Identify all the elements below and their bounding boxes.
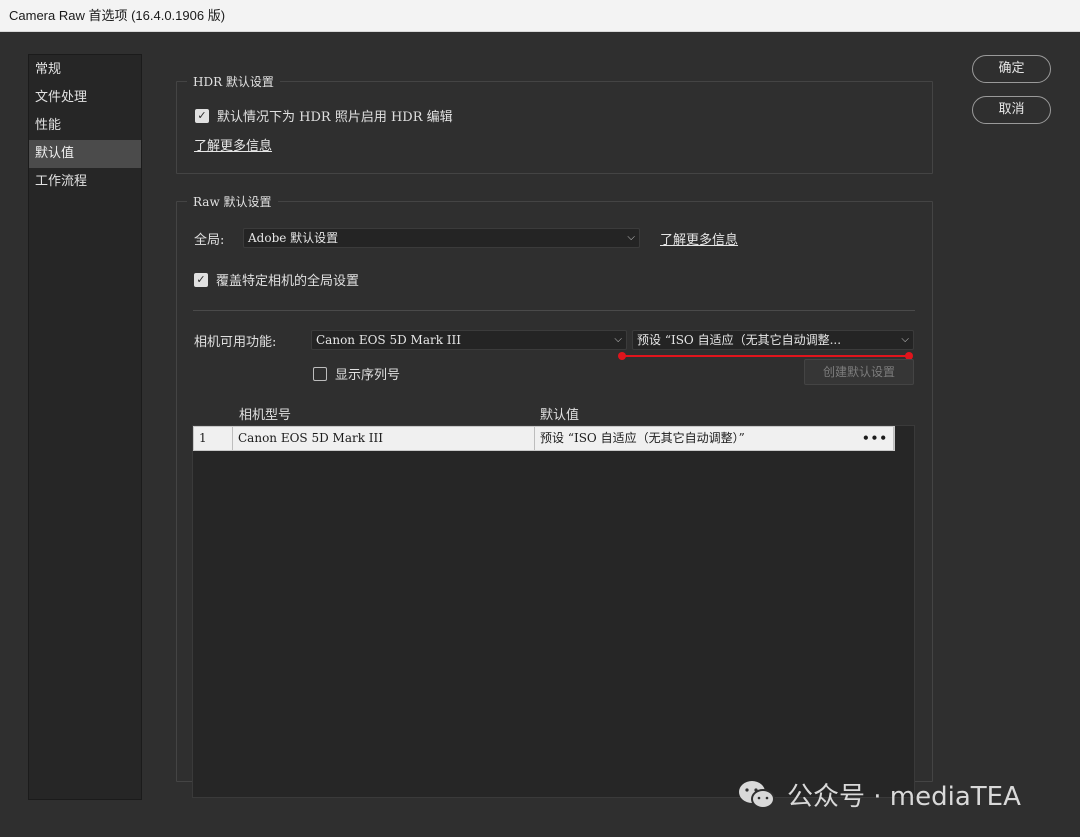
row-index: 1 [194, 427, 233, 450]
global-default-select[interactable]: Adobe 默认设置 ⌵ [243, 228, 640, 248]
camera-defaults-table: 相机型号 默认值 1 Canon EOS 5D Mark III 预设 “ISO… [192, 408, 915, 798]
window-title: Camera Raw 首选项 (16.4.0.1906 版) [0, 0, 1080, 32]
chevron-down-icon: ⌵ [901, 334, 909, 345]
sidebar-item-file-handling[interactable]: 文件处理 [29, 84, 141, 112]
row-camera-model: Canon EOS 5D Mark III [233, 427, 535, 450]
camera-label: 相机可用功能: [194, 335, 277, 350]
global-label: 全局: [194, 233, 225, 248]
hdr-enable-checkbox[interactable]: ✓ [195, 108, 209, 123]
chevron-down-icon: ⌵ [614, 334, 622, 345]
override-camera-label: 覆盖特定相机的全局设置 [216, 274, 360, 289]
raw-learn-more-link[interactable]: 了解更多信息 [660, 229, 738, 248]
ok-button[interactable]: 确定 [972, 55, 1051, 83]
watermark-text: 公众号 · mediaTEA [787, 782, 1021, 812]
column-header-default: 默认值 [540, 408, 580, 423]
create-default-button[interactable]: 创建默认设置 [804, 359, 914, 385]
show-serial-checkbox[interactable] [313, 366, 327, 381]
cancel-button[interactable]: 取消 [972, 96, 1051, 124]
row-default-value: 预设 “ISO 自适应（无其它自动调整）” [535, 427, 894, 450]
preset-value: 预设 “ISO 自适应（无其它自动调整... [637, 333, 842, 347]
table-row[interactable]: 1 Canon EOS 5D Mark III 预设 “ISO 自适应（无其它自… [193, 426, 895, 451]
sidebar-item-performance[interactable]: 性能 [29, 112, 141, 140]
more-options-icon[interactable]: ••• [862, 427, 888, 450]
camera-value: Canon EOS 5D Mark III [316, 333, 462, 347]
checkmark-icon: ✓ [197, 108, 207, 122]
hdr-defaults-group: HDR 默认设置 ✓ 默认情况下为 HDR 照片启用 HDR 编辑 了解更多信息 [176, 73, 933, 174]
watermark: 公众号 · mediaTEA [737, 776, 1021, 813]
sidebar-item-workflow[interactable]: 工作流程 [29, 168, 141, 196]
raw-group-title: Raw 默认设置 [187, 193, 278, 210]
section-divider [193, 310, 915, 311]
wechat-icon [739, 780, 775, 809]
chevron-down-icon: ⌵ [627, 232, 635, 243]
global-default-value: Adobe 默认设置 [248, 231, 339, 245]
sidebar-item-defaults[interactable]: 默认值 [29, 140, 141, 168]
hdr-learn-more-link[interactable]: 了解更多信息 [194, 135, 272, 154]
row-default-text: 预设 “ISO 自适应（无其它自动调整）” [540, 431, 745, 445]
camera-select[interactable]: Canon EOS 5D Mark III ⌵ [311, 330, 627, 350]
sidebar-item-general[interactable]: 常规 [29, 56, 141, 84]
checkmark-icon: ✓ [196, 272, 206, 286]
hdr-enable-label: 默认情况下为 HDR 照片启用 HDR 编辑 [217, 110, 453, 125]
annotation-dot-left [618, 352, 626, 360]
annotation-line [622, 355, 910, 357]
preferences-dialog: 常规 文件处理 性能 默认值 工作流程 确定 取消 HDR 默认设置 ✓ 默认情… [0, 32, 1080, 837]
hdr-group-title: HDR 默认设置 [187, 73, 280, 90]
preset-select[interactable]: 预设 “ISO 自适应（无其它自动调整... ⌵ [632, 330, 914, 350]
sidebar: 常规 文件处理 性能 默认值 工作流程 [28, 54, 142, 800]
show-serial-label: 显示序列号 [335, 368, 401, 383]
override-camera-checkbox[interactable]: ✓ [194, 272, 208, 287]
column-header-model: 相机型号 [239, 408, 292, 423]
